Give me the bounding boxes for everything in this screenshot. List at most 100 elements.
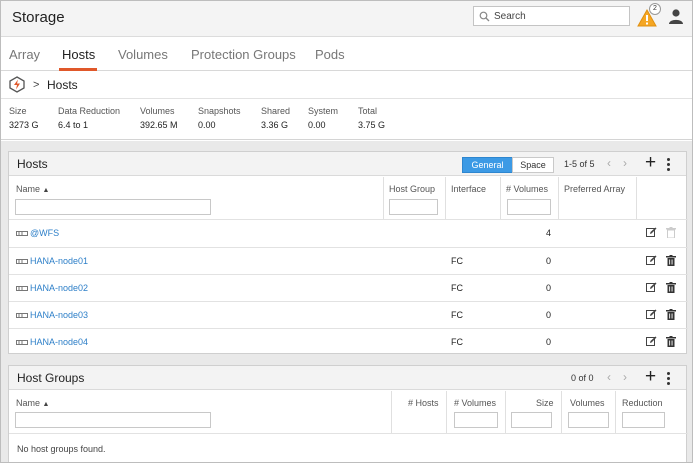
- stat-volumes: Volumes 392.65 M: [140, 106, 178, 130]
- more-menu-button[interactable]: [667, 158, 671, 173]
- stat-label: Data Reduction: [58, 106, 121, 116]
- app-header: Storage 2: [1, 1, 692, 37]
- column-host-group-header[interactable]: Host Group: [389, 184, 435, 194]
- host-groups-panel: Host Groups 0 of 0 ‹ › + Name ▲ # Hosts …: [8, 365, 688, 462]
- column-name-header[interactable]: Name ▲: [16, 398, 49, 408]
- volumes-cell: 0: [546, 337, 552, 347]
- column-reduction-header[interactable]: Reduction: [622, 398, 663, 408]
- host-icon: [16, 313, 28, 319]
- host-groups-panel-header: Host Groups 0 of 0 ‹ › +: [9, 366, 686, 390]
- main-tabs: Array Hosts Volumes Protection Groups Po…: [1, 38, 692, 71]
- host-groups-pager: 0 of 0: [571, 373, 594, 383]
- empty-state-message: No host groups found.: [17, 444, 106, 454]
- space-toggle[interactable]: Space: [512, 157, 554, 173]
- interface-cell: FC: [451, 310, 463, 320]
- delete-icon-disabled: [666, 227, 676, 241]
- capacity-stats: Size 3273 G Data Reduction 6.4 to 1 Volu…: [1, 100, 692, 140]
- tab-array[interactable]: Array: [9, 47, 40, 62]
- alert-count-badge: 2: [649, 3, 661, 15]
- host-icon: [16, 340, 28, 346]
- table-row: HANA-node03 FC 0: [9, 302, 686, 329]
- table-row: @WFS 4: [9, 220, 686, 247]
- delete-icon[interactable]: [666, 309, 676, 323]
- edit-icon[interactable]: [646, 336, 657, 350]
- breadcrumb-current: Hosts: [47, 78, 78, 92]
- host-link[interactable]: HANA-node01: [16, 256, 88, 266]
- hosts-pager: 1-5 of 5: [564, 159, 595, 169]
- host-link[interactable]: HANA-node04: [16, 337, 88, 347]
- table-row: HANA-node01 FC 0: [9, 248, 686, 275]
- volumes-cell: 4: [546, 228, 552, 238]
- add-host-button[interactable]: +: [645, 153, 656, 173]
- tab-volumes[interactable]: Volumes: [118, 47, 168, 62]
- column-interface-header[interactable]: Interface: [451, 184, 486, 194]
- stat-label: System: [308, 106, 339, 116]
- host-icon: [16, 259, 28, 265]
- size-filter-input[interactable]: [511, 412, 552, 428]
- tab-hosts[interactable]: Hosts: [62, 47, 95, 62]
- host-icon: [16, 286, 28, 292]
- edit-icon[interactable]: [646, 227, 657, 241]
- stat-system: System 0.00: [308, 106, 338, 130]
- prev-page-button[interactable]: ‹: [607, 370, 611, 384]
- search-input[interactable]: [494, 9, 624, 23]
- active-tab-indicator: [59, 68, 97, 71]
- reduction-filter-input[interactable]: [622, 412, 665, 428]
- add-host-group-button[interactable]: +: [645, 367, 656, 387]
- column-size-header[interactable]: Size: [536, 398, 554, 408]
- delete-icon[interactable]: [666, 282, 676, 296]
- array-home-link[interactable]: [9, 76, 25, 96]
- volumes2-filter-input[interactable]: [568, 412, 609, 428]
- user-icon: [669, 9, 683, 24]
- host-link[interactable]: @WFS: [16, 228, 59, 238]
- delete-icon[interactable]: [666, 255, 676, 269]
- hosts-panel: Hosts General Space 1-5 of 5 ‹ › + Name …: [8, 151, 688, 356]
- next-page-button[interactable]: ›: [623, 370, 627, 384]
- delete-icon[interactable]: [666, 336, 676, 350]
- tab-protection-groups[interactable]: Protection Groups: [191, 47, 296, 62]
- general-toggle[interactable]: General: [462, 157, 513, 173]
- stat-value: 0.00: [308, 120, 326, 130]
- table-row: HANA-node02 FC 0: [9, 275, 686, 302]
- stat-value: 6.4 to 1: [58, 120, 89, 130]
- sort-asc-icon: ▲: [42, 187, 50, 194]
- stat-value: 3273 G: [9, 120, 39, 130]
- host-link[interactable]: HANA-node03: [16, 310, 88, 320]
- breadcrumb-separator: >: [33, 79, 40, 91]
- stat-value: 0.00: [198, 120, 216, 130]
- host-groups-panel-title: Host Groups: [17, 371, 85, 385]
- table-row: HANA-node04 FC 0: [9, 329, 686, 356]
- stat-value: 3.75 G: [358, 120, 386, 130]
- column-preferred-array-header[interactable]: Preferred Array: [564, 184, 625, 194]
- stat-label: Total: [358, 106, 378, 116]
- column-hosts-header[interactable]: # Hosts: [408, 398, 439, 408]
- name-filter-input[interactable]: [15, 412, 211, 428]
- edit-icon[interactable]: [646, 309, 657, 323]
- next-page-button[interactable]: ›: [623, 156, 627, 170]
- prev-page-button[interactable]: ‹: [607, 156, 611, 170]
- column-volumes-header[interactable]: # Volumes: [506, 184, 548, 194]
- stat-label: Volumes: [140, 106, 175, 116]
- interface-cell: FC: [451, 283, 463, 293]
- edit-icon[interactable]: [646, 282, 657, 296]
- edit-icon[interactable]: [646, 255, 657, 269]
- pure-logo-icon: [9, 76, 25, 93]
- column-volumes2-header[interactable]: Volumes: [570, 398, 605, 408]
- volumes-filter-input[interactable]: [454, 412, 498, 428]
- name-filter-input[interactable]: [15, 199, 211, 215]
- stat-label: Shared: [261, 106, 291, 116]
- volumes-cell: 0: [546, 310, 552, 320]
- more-menu-button[interactable]: [667, 372, 671, 387]
- user-menu[interactable]: [667, 7, 685, 28]
- host-group-filter-input[interactable]: [389, 199, 438, 215]
- host-link[interactable]: HANA-node02: [16, 283, 88, 293]
- column-volumes-header[interactable]: # Volumes: [454, 398, 496, 408]
- breadcrumb: > Hosts: [1, 72, 692, 99]
- hosts-panel-header: Hosts General Space 1-5 of 5 ‹ › +: [9, 152, 686, 176]
- search-box[interactable]: [473, 6, 630, 26]
- stat-value: 392.65 M: [140, 120, 178, 130]
- alerts-button[interactable]: 2: [637, 3, 663, 28]
- tab-pods[interactable]: Pods: [315, 47, 345, 62]
- volumes-filter-input[interactable]: [507, 199, 551, 215]
- column-name-header[interactable]: Name ▲: [16, 184, 49, 194]
